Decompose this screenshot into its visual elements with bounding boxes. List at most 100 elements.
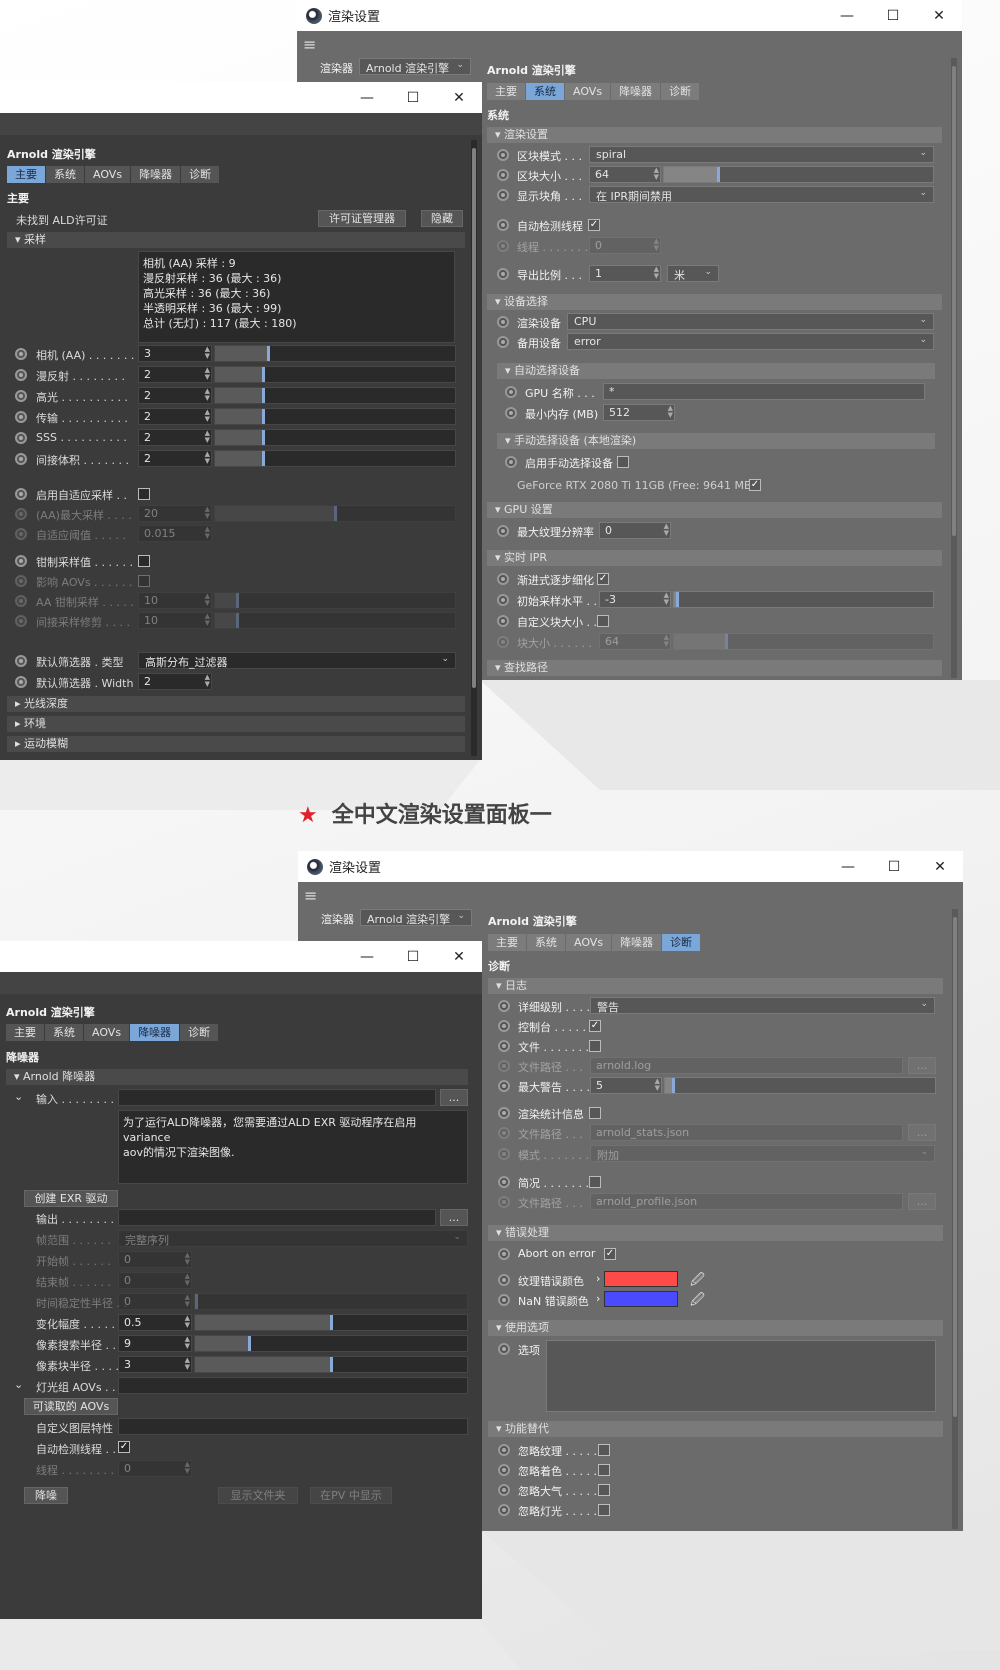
- scrollbar-thumb[interactable]: [953, 917, 957, 1417]
- radio-icon[interactable]: [15, 390, 27, 402]
- spinner-icon[interactable]: ▲ ▼: [185, 1336, 190, 1350]
- tab-denoiser[interactable]: 降噪器: [131, 166, 182, 183]
- scrollbar-thumb[interactable]: [472, 148, 476, 688]
- radio-icon[interactable]: [498, 1107, 510, 1119]
- radio-icon[interactable]: [497, 316, 509, 328]
- radio-icon[interactable]: [497, 594, 509, 606]
- max-texture-input[interactable]: 0 ▲ ▼: [599, 522, 671, 539]
- radio-icon[interactable]: [498, 1294, 510, 1306]
- tab-system[interactable]: 系统: [45, 1024, 84, 1041]
- radio-icon[interactable]: [498, 1080, 510, 1092]
- sample-slider[interactable]: [214, 429, 456, 446]
- slider-knob[interactable]: [330, 1357, 333, 1372]
- slider-knob[interactable]: [267, 346, 270, 361]
- slider-knob[interactable]: [262, 367, 265, 382]
- override-checkbox[interactable]: [598, 1464, 610, 1476]
- variance-slider[interactable]: [194, 1314, 468, 1331]
- radio-icon[interactable]: [498, 1504, 510, 1516]
- tab-diagnostics[interactable]: 诊断: [662, 934, 702, 951]
- radio-icon[interactable]: [498, 1248, 510, 1260]
- tab-denoiser[interactable]: 降噪器: [611, 83, 662, 100]
- radio-icon[interactable]: [498, 1040, 510, 1052]
- radio-icon[interactable]: [505, 456, 517, 468]
- close-button[interactable]: ✕: [916, 0, 962, 31]
- sample-slider[interactable]: [214, 387, 456, 404]
- tab-system[interactable]: 系统: [526, 83, 565, 100]
- verbosity-dropdown[interactable]: 警告 ⌄: [590, 997, 935, 1014]
- radio-icon[interactable]: [498, 1176, 510, 1188]
- spinner-icon[interactable]: ▲ ▼: [668, 405, 673, 419]
- bucket-size-input[interactable]: 64 ▲ ▼: [589, 166, 661, 183]
- radio-icon[interactable]: [497, 525, 509, 537]
- max-warnings-slider[interactable]: [664, 1077, 936, 1094]
- tab-system[interactable]: 系统: [46, 166, 85, 183]
- tab-diagnostics[interactable]: 诊断: [661, 83, 701, 100]
- gpu-name-input[interactable]: *: [603, 383, 925, 400]
- radio-icon[interactable]: [15, 555, 27, 567]
- abort-on-error-checkbox[interactable]: ✓: [604, 1248, 616, 1260]
- hide-button[interactable]: 隐藏: [421, 210, 463, 227]
- sample-input[interactable]: 2 ▲ ▼: [138, 366, 212, 383]
- radio-icon[interactable]: [497, 189, 509, 201]
- group-ray-depth[interactable]: ▸ 光线深度: [7, 696, 465, 712]
- eyedropper-icon[interactable]: 🖉: [690, 1289, 705, 1313]
- slider-knob[interactable]: [717, 167, 720, 182]
- radio-icon[interactable]: [15, 432, 27, 444]
- radio-icon[interactable]: [498, 1444, 510, 1456]
- radio-icon[interactable]: [498, 1000, 510, 1012]
- texture-error-color-swatch[interactable]: [604, 1271, 678, 1287]
- readable-aovs-button[interactable]: 可读取的 AOVs: [24, 1398, 118, 1415]
- options-textarea[interactable]: [546, 1340, 936, 1412]
- sample-input[interactable]: 2 ▲ ▼: [138, 450, 212, 467]
- sample-slider[interactable]: [214, 366, 456, 383]
- input-path-input[interactable]: [118, 1089, 436, 1106]
- radio-icon[interactable]: [497, 149, 509, 161]
- close-button[interactable]: ✕: [436, 941, 482, 972]
- minimize-button[interactable]: —: [344, 82, 390, 113]
- gpu-card-checkbox[interactable]: ✓: [749, 479, 761, 491]
- bucket-mode-dropdown[interactable]: spiral ⌄: [589, 146, 934, 163]
- radio-icon[interactable]: [498, 1464, 510, 1476]
- close-button[interactable]: ✕: [917, 851, 963, 882]
- hamburger-menu-icon[interactable]: ≡: [304, 886, 317, 905]
- maximize-button[interactable]: ☐: [390, 941, 436, 972]
- custom-layer-input[interactable]: [118, 1418, 468, 1435]
- spinner-icon[interactable]: ▲ ▼: [654, 167, 659, 181]
- sample-slider[interactable]: [214, 408, 456, 425]
- radio-icon[interactable]: [498, 1274, 510, 1286]
- tab-main[interactable]: 主要: [6, 1024, 45, 1041]
- maximize-button[interactable]: ☐: [870, 0, 916, 31]
- radio-icon[interactable]: [15, 488, 27, 500]
- group-arnold-denoiser[interactable]: ▾ Arnold 降噪器: [6, 1069, 468, 1085]
- radio-icon[interactable]: [15, 655, 27, 667]
- sample-slider[interactable]: [214, 450, 456, 467]
- minimize-button[interactable]: —: [825, 851, 871, 882]
- group-manual-select[interactable]: ▾ 手动选择设备 (本地渲染): [497, 433, 935, 449]
- display-bucket-dropdown[interactable]: 在 IPR期间禁用 ⌄: [589, 186, 934, 203]
- slider-knob[interactable]: [262, 451, 265, 466]
- scrollbar[interactable]: [952, 909, 958, 1529]
- minimize-button[interactable]: —: [824, 0, 870, 31]
- spinner-icon[interactable]: ▲ ▼: [205, 409, 210, 423]
- sample-input[interactable]: 3 ▲ ▼: [138, 345, 212, 362]
- min-memory-input[interactable]: 512 ▲ ▼: [603, 404, 675, 421]
- pixel-patch-slider[interactable]: [194, 1356, 468, 1373]
- spinner-icon[interactable]: ▲ ▼: [654, 266, 659, 280]
- fallback-device-dropdown[interactable]: error ⌄: [567, 333, 934, 350]
- tab-aovs[interactable]: AOVs: [84, 1024, 131, 1041]
- sample-slider[interactable]: [214, 345, 456, 362]
- progressive-checkbox[interactable]: ✓: [597, 573, 609, 585]
- radio-icon[interactable]: [497, 169, 509, 181]
- export-scale-input[interactable]: 1 ▲ ▼: [589, 265, 661, 282]
- spinner-icon[interactable]: ▲ ▼: [205, 430, 210, 444]
- group-motion-blur[interactable]: ▸ 运动模糊: [7, 736, 465, 752]
- renderer-dropdown[interactable]: Arnold 渲染引擎 ⌄: [359, 58, 471, 75]
- radio-icon[interactable]: [497, 573, 509, 585]
- radio-icon[interactable]: [497, 268, 509, 280]
- group-environment[interactable]: ▸ 环境: [7, 716, 465, 732]
- pixel-search-input[interactable]: 9 ▲ ▼: [118, 1335, 192, 1352]
- override-checkbox[interactable]: [598, 1504, 610, 1516]
- override-checkbox[interactable]: [598, 1484, 610, 1496]
- group-sampling[interactable]: ▾ 采样: [7, 232, 465, 248]
- tab-main[interactable]: 主要: [488, 934, 527, 951]
